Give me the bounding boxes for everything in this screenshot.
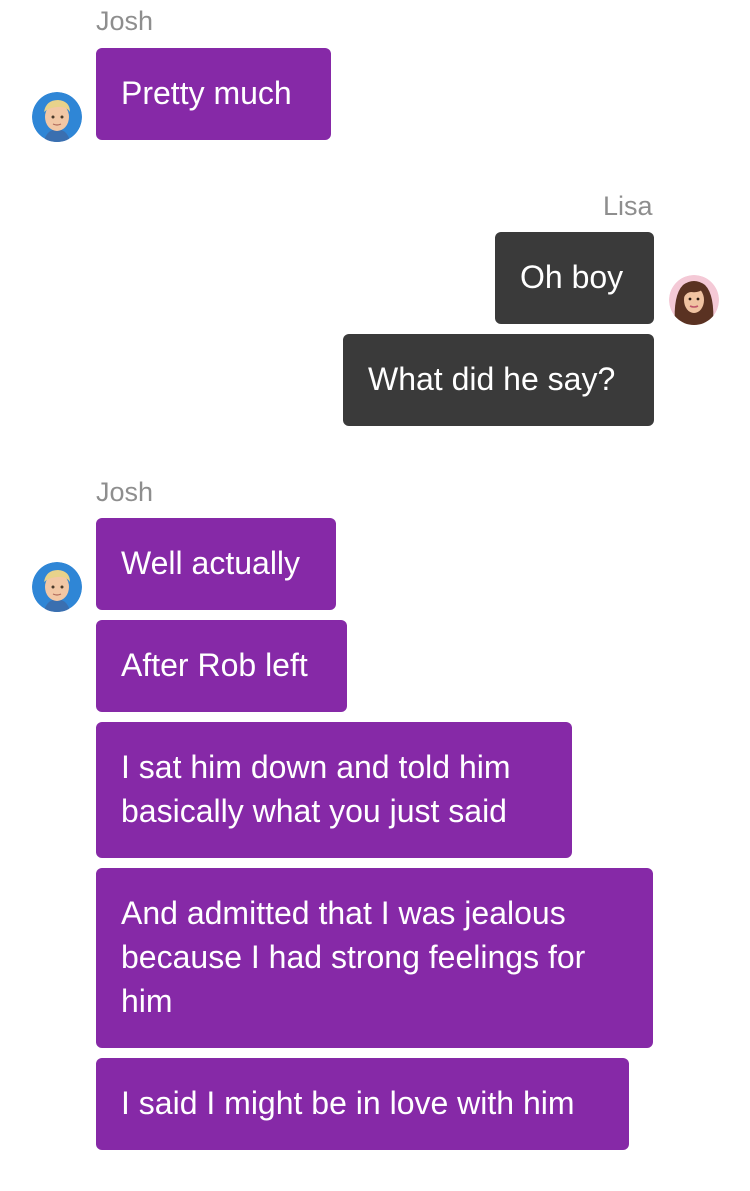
- message-bubble[interactable]: Pretty much: [96, 48, 331, 140]
- josh-avatar[interactable]: [32, 92, 82, 142]
- josh-avatar[interactable]: [32, 562, 82, 612]
- message-bubble[interactable]: I sat him down and told him basically wh…: [96, 722, 572, 858]
- message-bubble[interactable]: I said I might be in love with him: [96, 1058, 629, 1150]
- message-bubble[interactable]: After Rob left: [96, 620, 347, 712]
- lisa-avatar[interactable]: [669, 275, 719, 325]
- message-bubble[interactable]: Oh boy: [495, 232, 654, 324]
- lisa-avatar-icon: [669, 275, 719, 325]
- josh-avatar-icon: [32, 92, 82, 142]
- message-bubble[interactable]: Well actually: [96, 518, 336, 610]
- message-bubble[interactable]: What did he say?: [343, 334, 654, 426]
- josh-avatar-icon: [32, 562, 82, 612]
- message-bubble[interactable]: And admitted that I was jealous because …: [96, 868, 653, 1048]
- sender-name-lisa: Lisa: [603, 191, 653, 221]
- sender-name-josh: Josh: [96, 6, 154, 36]
- sender-name-josh: Josh: [96, 477, 154, 507]
